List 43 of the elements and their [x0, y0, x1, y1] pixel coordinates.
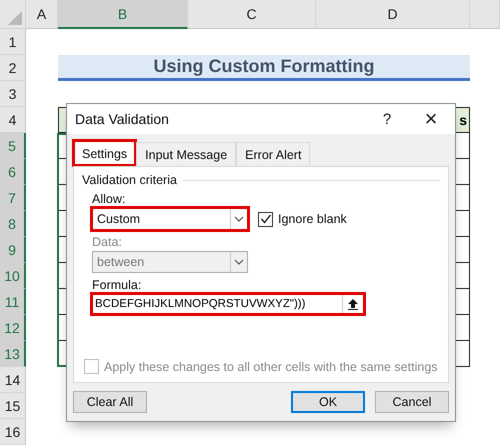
dialog-button[interactable]: Clear All — [73, 391, 147, 413]
row-header[interactable]: 10 — [0, 263, 26, 289]
row-header[interactable]: 8 — [0, 211, 26, 237]
group-title: Validation criteria — [82, 173, 177, 187]
dialog-button[interactable]: Cancel — [375, 391, 449, 413]
field-label: Data: — [92, 235, 123, 249]
arrow-up-icon — [348, 298, 358, 310]
dropdown[interactable]: Custom — [92, 208, 248, 230]
tab[interactable]: Settings — [73, 140, 136, 166]
help-button[interactable]: ? — [365, 104, 409, 134]
row-header[interactable]: 14 — [0, 367, 26, 393]
row-header[interactable]: 6 — [0, 159, 26, 185]
row-header[interactable]: 15 — [0, 393, 26, 419]
column-header[interactable] — [470, 0, 500, 29]
triangle-icon — [8, 11, 22, 25]
dialog-title: Data Validation — [75, 111, 170, 127]
column-header[interactable]: D — [316, 0, 470, 29]
row-header[interactable]: 1 — [0, 29, 26, 55]
row-header[interactable]: 11 — [0, 289, 26, 315]
close-button[interactable]: × — [409, 104, 453, 134]
dialog-button[interactable]: OK — [291, 391, 365, 413]
select-all-corner[interactable] — [0, 0, 26, 29]
column-header[interactable]: C — [188, 0, 316, 29]
checkbox-label: Apply these changes to all other cells with the same settings — [104, 360, 438, 374]
field-label: Allow: — [92, 192, 126, 206]
row-header[interactable]: 2 — [0, 55, 26, 81]
row-header[interactable]: 16 — [0, 419, 26, 445]
column-header[interactable]: A — [26, 0, 58, 29]
row-header[interactable]: 13 — [0, 341, 26, 367]
tab[interactable]: Input Message — [136, 142, 236, 166]
tab[interactable]: Error Alert — [236, 142, 310, 166]
sheet-title: Using Custom Formatting — [58, 55, 470, 81]
checkbox[interactable] — [258, 212, 273, 226]
row-header[interactable]: 9 — [0, 237, 26, 263]
field-label: Formula: — [92, 278, 142, 292]
column-header[interactable]: B — [58, 0, 188, 29]
row-header[interactable]: 3 — [0, 81, 26, 107]
row-header[interactable]: 4 — [0, 107, 26, 133]
formula-field[interactable]: BCDEFGHIJKLMNOPQRSTUVWXYZ"))) — [92, 294, 364, 314]
row-header[interactable]: 5 — [0, 133, 26, 159]
row-header[interactable]: 7 — [0, 185, 26, 211]
checkbox-label: Ignore blank — [278, 212, 347, 226]
row-header[interactable]: 12 — [0, 315, 26, 341]
